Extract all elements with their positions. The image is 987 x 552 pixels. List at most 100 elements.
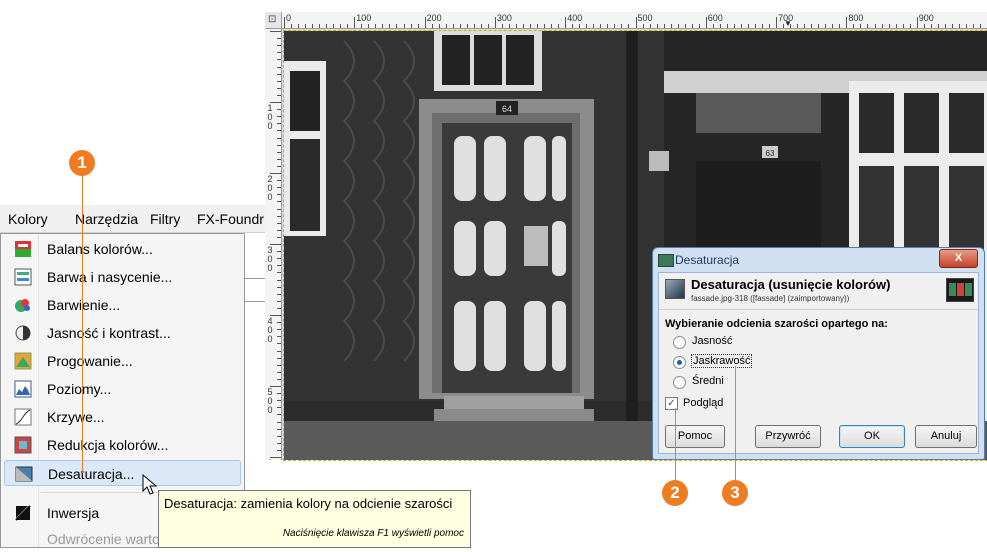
ruler-tick xyxy=(923,24,925,28)
ruler-tick xyxy=(277,357,281,359)
ruler-tick xyxy=(277,45,281,47)
ruler-label: 900 xyxy=(918,13,934,23)
menu-colors[interactable]: Kolory xyxy=(8,211,48,227)
preview-checkbox-label[interactable]: Podgląd xyxy=(683,397,723,409)
ruler-tick xyxy=(277,400,281,402)
ruler-tick xyxy=(951,24,953,28)
menu-item-curves[interactable]: Krzywe... xyxy=(4,404,241,430)
tooltip-hint: Naciśnięcie klawisza F1 wyświetli pomoc xyxy=(282,528,464,539)
ruler-label: 100 xyxy=(267,103,273,131)
ruler-label: 200 xyxy=(267,174,273,202)
ruler-tick xyxy=(277,144,281,146)
ruler-tick xyxy=(487,24,489,28)
menu-item-label: Odwrócenie warto xyxy=(47,531,160,547)
menu-item-hue-saturation[interactable]: Barwa i nasycenie... xyxy=(4,264,241,290)
house-number-63: 63 xyxy=(766,149,775,158)
ruler-label: 600 xyxy=(707,13,723,23)
menu-tools[interactable]: Narzędzia xyxy=(75,211,138,227)
help-button[interactable]: Pomoc xyxy=(665,425,725,448)
ruler-tick xyxy=(277,201,281,203)
ruler-tick xyxy=(277,116,281,118)
ruler-tick xyxy=(284,17,285,28)
ruler-tick xyxy=(544,24,546,28)
ruler-tick xyxy=(593,24,595,28)
radio-average-label[interactable]: Średni xyxy=(692,375,724,387)
ruler-tick xyxy=(888,24,890,28)
ruler-tick xyxy=(811,24,813,28)
menu-item-colorize[interactable]: Barwienie... xyxy=(4,292,241,318)
ruler-tick xyxy=(853,24,855,28)
preview-checkbox[interactable]: ✓ xyxy=(665,397,678,410)
menu-fx-foundry[interactable]: FX-Foundr xyxy=(197,211,264,227)
menu-item-levels[interactable]: Poziomy... xyxy=(4,376,241,402)
ruler-corner-button[interactable]: ⊡ xyxy=(265,12,282,29)
close-button[interactable]: X xyxy=(939,249,978,268)
ruler-tick xyxy=(937,24,939,28)
ruler-tick xyxy=(277,73,281,75)
menu-item-label: Redukcja kolorów... xyxy=(47,437,169,453)
ruler-tick xyxy=(277,371,281,373)
ruler-tick xyxy=(565,17,567,28)
callout-2-line xyxy=(675,408,676,480)
ruler-tick xyxy=(473,24,475,28)
ruler-tick xyxy=(797,24,799,28)
menu-item-brightness-contrast[interactable]: Jasność i kontrast... xyxy=(4,320,241,346)
threshold-icon xyxy=(14,352,32,370)
ruler-tick xyxy=(438,24,440,28)
callout-3-badge: 3 xyxy=(722,480,748,506)
ruler-corner-glyph: ⊡ xyxy=(268,14,277,25)
dialog-body: Desaturacja (usunięcie kolorów) fassade.… xyxy=(658,272,979,454)
cancel-button[interactable]: Anuluj xyxy=(915,425,977,448)
ruler-label: 100 xyxy=(356,13,372,23)
dialog-titlebar[interactable]: Desaturacja X xyxy=(653,248,984,272)
ruler-tick xyxy=(515,24,517,28)
ruler-tick xyxy=(656,24,658,28)
ruler-tick xyxy=(832,24,834,28)
ruler-tick xyxy=(628,24,630,28)
ruler-tick xyxy=(726,24,728,28)
color-balance-icon xyxy=(15,241,31,257)
curves-icon xyxy=(14,408,32,426)
dialog-subheading: fassade.jpg-318 ([fassade] (zaimportowan… xyxy=(691,294,850,303)
vertical-ruler[interactable]: 100 200 300 400 500 600 xyxy=(265,29,282,460)
background-window-strip xyxy=(245,278,265,302)
ruler-tick xyxy=(277,222,281,224)
image-thumbnail xyxy=(946,278,974,302)
ruler-tick xyxy=(277,329,281,331)
radio-average[interactable] xyxy=(673,376,686,389)
reset-button[interactable]: Przywróć xyxy=(755,425,821,448)
ruler-tick xyxy=(867,24,869,28)
desaturate-tooltip: Desaturacja: zamienia kolory na odcienie… xyxy=(158,490,471,548)
ruler-tick xyxy=(298,24,300,28)
callout-2-badge: 2 xyxy=(662,480,688,506)
ruler-tick xyxy=(508,24,510,28)
ok-button[interactable]: OK xyxy=(839,425,905,448)
ruler-tick xyxy=(670,24,672,28)
menu-item-posterize[interactable]: Redukcja kolorów... xyxy=(4,432,241,458)
ruler-tick xyxy=(277,158,281,160)
radio-lightness[interactable] xyxy=(673,336,686,349)
menu-item-color-balance[interactable]: Balans kolorów... xyxy=(4,236,241,262)
ruler-tick xyxy=(319,24,321,28)
menu-item-threshold[interactable]: Progowanie... xyxy=(4,348,241,374)
radio-luminosity-label[interactable]: Jaskrawość xyxy=(690,354,753,368)
ruler-tick xyxy=(466,24,468,28)
radio-lightness-label[interactable]: Jasność xyxy=(692,335,732,347)
ruler-tick xyxy=(389,24,391,28)
ruler-tick xyxy=(607,24,609,28)
menu-filters[interactable]: Filtry xyxy=(150,211,180,227)
ruler-tick xyxy=(277,435,281,437)
ruler-tick xyxy=(459,24,461,28)
ruler-tick xyxy=(277,229,281,231)
horizontal-ruler[interactable]: 0 100 200 300 400 500 600 700 800 900 ▼ xyxy=(282,12,987,29)
ruler-tick xyxy=(733,24,735,28)
ruler-tick xyxy=(480,24,482,28)
menu-item-desaturate[interactable]: Desaturacja... xyxy=(4,460,241,486)
ruler-tick xyxy=(895,24,897,28)
desaturate-icon xyxy=(15,466,33,482)
desaturate-dialog: Desaturacja X Desaturacja (usunięcie kol… xyxy=(652,247,985,460)
ruler-tick xyxy=(431,24,433,28)
radio-luminosity[interactable] xyxy=(673,356,686,369)
ruler-tick xyxy=(277,38,281,40)
dialog-window-title: Desaturacja xyxy=(675,253,740,267)
